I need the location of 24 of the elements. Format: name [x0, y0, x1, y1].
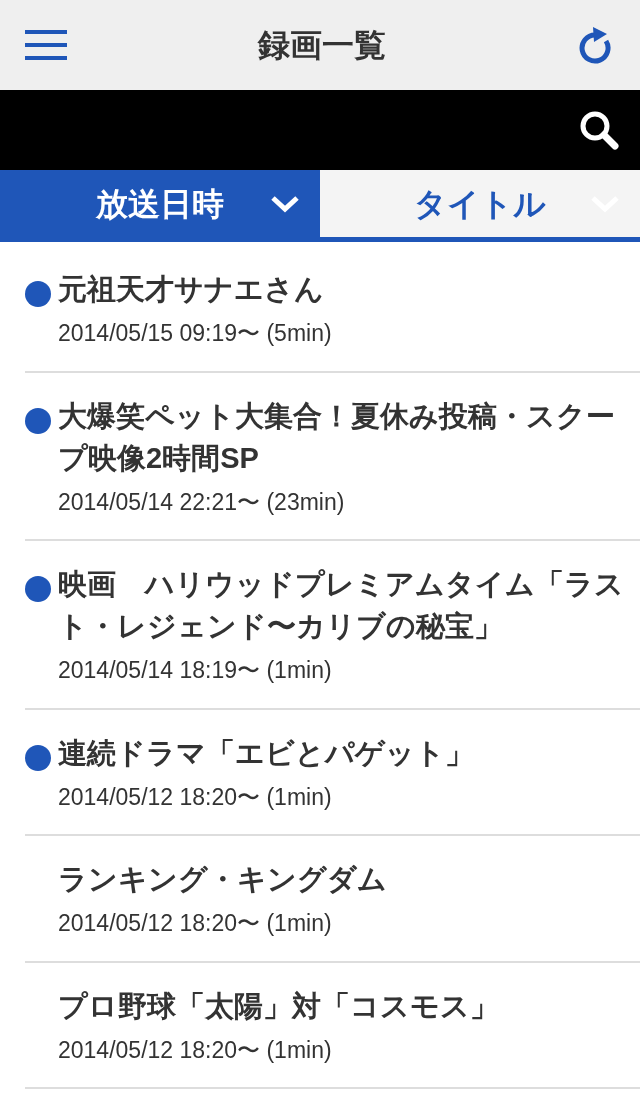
recording-title: 元祖天才サナエさん — [58, 272, 324, 307]
recording-row[interactable]: ランキング・キングダム 2014/05/12 18:20〜 (1min) — [25, 836, 640, 963]
sort-tab[interactable]: タイトル — [320, 170, 640, 237]
recording-row[interactable]: プロ野球「太陽」対「コスモス」 2014/05/12 18:20〜 (1min) — [25, 962, 640, 1089]
screen-title: 録画一覧 — [258, 26, 386, 65]
recording-row[interactable]: 大爆笑ペット大集合！夏休み投稿・スクープ映像2時間SP 2014/05/14 22:21〜 (23min) — [25, 372, 640, 541]
recording-title: 連続ドラマ「エビとパゲット」 — [58, 735, 474, 771]
recording-row[interactable]: 元祖天才サナエさん 2014/05/15 09:19〜 (5min) — [25, 246, 640, 373]
recording-info: 2014/05/12 18:20〜 (1min) — [58, 782, 333, 812]
recording-info: 2014/05/12 18:20〜 (1min) — [58, 1035, 333, 1065]
recording-title: 大爆笑ペット大集合！夏休み投稿・スクープ映像2時間SP — [58, 398, 616, 476]
recording-row[interactable]: 映画 ハリウッドプレミアムタイム「ラスト・レジェンド〜カリブの秘宝」 2014/05/14 18:19〜 (1min) — [25, 541, 640, 710]
recording-title: ランキング・キングダム — [58, 862, 387, 897]
recording-title: 映画 ハリウッドプレミアムタイム「ラスト・レジェンド〜カリブの秘宝」 — [58, 567, 625, 644]
search-icon[interactable] — [578, 109, 620, 151]
recording-title: プロ野球「太陽」対「コスモス」 — [58, 988, 499, 1024]
recording-row[interactable]: 連続ドラマ「エビとパゲット」 2014/05/12 18:20〜 (1min) — [25, 709, 640, 836]
chevron-icon — [270, 194, 300, 214]
recording-info: 2014/05/14 22:21〜 (23min) — [58, 487, 346, 517]
sort-tab[interactable]: 放送日時 — [0, 170, 320, 237]
menu-icon[interactable] — [25, 30, 67, 60]
recording-info: 2014/05/14 18:19〜 (1min) — [58, 656, 333, 685]
recording-info: 2014/05/12 18:20〜 (1min) — [58, 909, 333, 938]
recording-info: 2014/05/15 09:19〜 (5min) — [58, 319, 333, 348]
